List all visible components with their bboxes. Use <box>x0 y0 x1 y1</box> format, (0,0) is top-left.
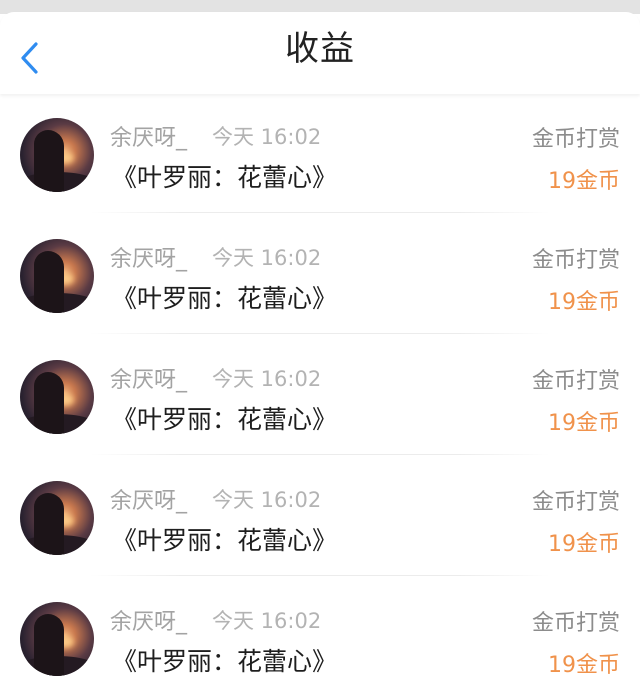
reward-amount: 19金币 <box>548 653 620 678</box>
book-title: 《叶罗丽：花蕾心》 <box>112 647 338 676</box>
avatar <box>20 118 94 192</box>
reward-amount: 19金币 <box>548 411 620 436</box>
reward-type: 金币打赏 <box>531 369 620 394</box>
list-item[interactable]: 余厌呀_ 今天 16:02 《叶罗丽：花蕾心》 金币打赏 19金币 <box>0 94 640 215</box>
avatar <box>20 602 94 676</box>
earnings-list: 余厌呀_ 今天 16:02 《叶罗丽：花蕾心》 金币打赏 19金币 余厌呀_ 今… <box>0 94 640 699</box>
reward-type: 金币打赏 <box>531 611 620 636</box>
timestamp: 今天 16:02 <box>212 367 322 391</box>
timestamp: 今天 16:02 <box>212 609 322 633</box>
timestamp: 今天 16:02 <box>212 246 322 270</box>
book-title: 《叶罗丽：花蕾心》 <box>112 163 338 192</box>
user-name: 余厌呀_ <box>110 368 188 393</box>
user-name: 余厌呀_ <box>110 610 188 635</box>
list-item[interactable]: 余厌呀_ 今天 16:02 《叶罗丽：花蕾心》 金币打赏 19金币 <box>0 215 640 336</box>
nav-bar <box>0 12 640 94</box>
chevron-left-icon <box>21 42 38 74</box>
reward-type: 金币打赏 <box>531 490 620 515</box>
user-name: 余厌呀_ <box>110 489 188 514</box>
reward-type: 金币打赏 <box>531 248 620 273</box>
list-item[interactable]: 余厌呀_ 今天 16:02 《叶罗丽：花蕾心》 金币打赏 19金币 <box>0 336 640 457</box>
timestamp: 今天 16:02 <box>212 125 322 149</box>
timestamp: 今天 16:02 <box>212 488 322 512</box>
user-name: 余厌呀_ <box>110 247 188 272</box>
list-item[interactable]: 余厌呀_ 今天 16:02 《叶罗丽：花蕾心》 金币打赏 19金币 <box>0 457 640 578</box>
avatar <box>20 481 94 555</box>
book-title: 《叶罗丽：花蕾心》 <box>112 284 338 313</box>
reward-amount: 19金币 <box>548 532 620 557</box>
book-title: 《叶罗丽：花蕾心》 <box>112 405 338 434</box>
avatar <box>20 239 94 313</box>
reward-amount: 19金币 <box>548 169 620 194</box>
list-item[interactable]: 余厌呀_ 今天 16:02 《叶罗丽：花蕾心》 金币打赏 19金币 <box>0 578 640 699</box>
back-button[interactable] <box>14 38 50 78</box>
reward-amount: 19金币 <box>548 290 620 315</box>
avatar <box>20 360 94 434</box>
user-name: 余厌呀_ <box>110 126 188 151</box>
book-title: 《叶罗丽：花蕾心》 <box>112 526 338 555</box>
reward-type: 金币打赏 <box>531 127 620 152</box>
